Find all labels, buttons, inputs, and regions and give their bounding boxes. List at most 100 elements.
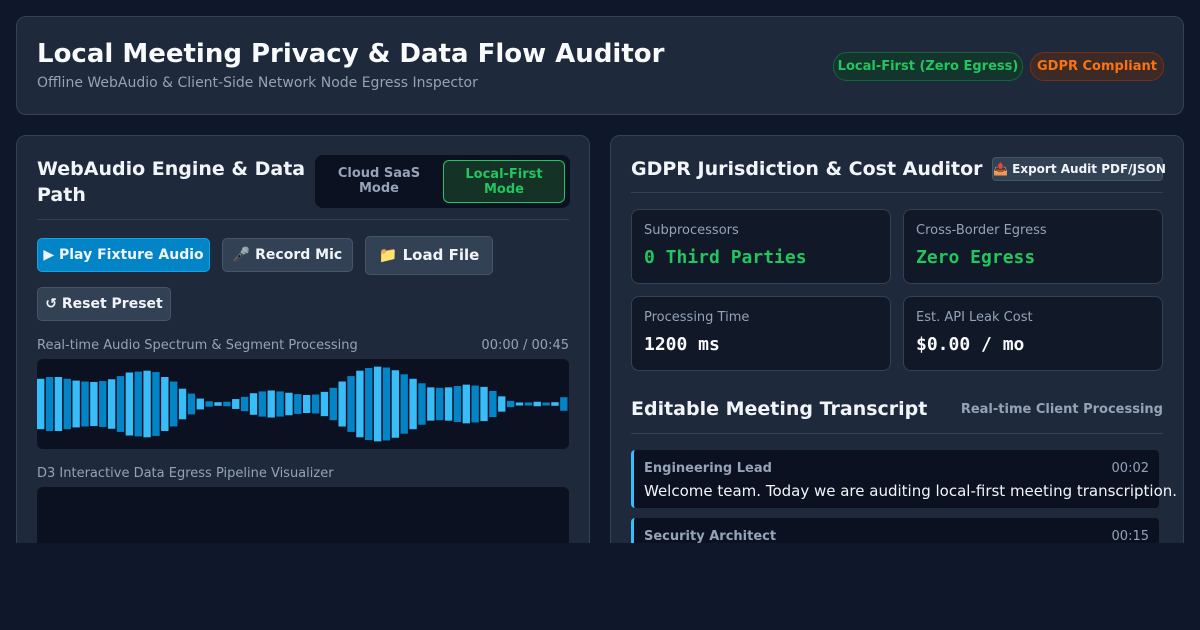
spectrum-bar xyxy=(462,384,470,424)
folder-icon: 📁 xyxy=(378,246,398,264)
spectrum-bar xyxy=(37,378,45,430)
panel-divider xyxy=(631,433,1163,434)
spectrum-bar xyxy=(515,402,524,406)
spectrum-bar xyxy=(90,381,98,427)
spectrum-bar xyxy=(303,395,311,413)
load-file-button[interactable]: 📁 Load File xyxy=(365,236,493,275)
audio-spectrum xyxy=(37,359,569,449)
export-audit-button[interactable]: 📤 Export Audit PDF/JSON xyxy=(992,157,1166,181)
spectrum-bar xyxy=(134,371,142,437)
reset-preset-button[interactable]: ↺ Reset Preset xyxy=(37,287,171,321)
record-mic-button[interactable]: 🎤 Record Mic xyxy=(222,238,353,272)
spectrum-bar xyxy=(382,367,391,441)
cloud-saas-mode-button[interactable]: Cloud SaaS Mode xyxy=(319,160,439,203)
transcript-speaker: Security Architect xyxy=(644,529,777,544)
spectrum-bar xyxy=(480,386,488,422)
spectrum-bar xyxy=(400,374,408,434)
export-icon: 📤 xyxy=(993,162,1008,176)
spectrum-bar xyxy=(338,381,346,427)
panel-divider xyxy=(37,219,569,220)
spectrum-bar xyxy=(524,402,533,406)
spectrum-bar xyxy=(54,377,63,431)
spectrum-bar xyxy=(63,378,71,430)
local-first-mode-button[interactable]: Local-First Mode xyxy=(443,160,565,203)
spectrum-bar xyxy=(489,390,497,418)
stat-value: Zero Egress xyxy=(916,247,1036,268)
mode-toggle: Cloud SaaS Mode Local-First Mode xyxy=(315,155,570,208)
spectrum-bar xyxy=(223,401,231,407)
stat-label: Processing Time xyxy=(644,310,750,325)
spectrum-bar xyxy=(116,376,125,432)
spectrum-bar xyxy=(506,400,515,408)
spectrum-bar xyxy=(427,387,435,421)
transcript-timestamp: 00:02 xyxy=(1111,461,1149,476)
spectrum-bar xyxy=(45,377,54,431)
page-subtitle: Offline WebAudio & Client-Side Network N… xyxy=(37,75,478,91)
audio-spectrum-bars xyxy=(37,366,568,442)
spectrum-bar xyxy=(409,378,417,430)
page-title: Local Meeting Privacy & Data Flow Audito… xyxy=(37,39,665,69)
spectrum-bar xyxy=(81,381,89,427)
stat-card-processing-time: Processing Time 1200 ms xyxy=(631,296,891,371)
spectrum-bar xyxy=(285,392,293,416)
gdpr-compliant-badge: GDPR Compliant xyxy=(1030,52,1164,81)
spectrum-bar xyxy=(258,391,267,417)
spectrum-bar xyxy=(107,379,116,429)
spectrum-bar xyxy=(551,402,559,406)
transcript-entry[interactable]: Engineering Lead 00:02 Welcome team. Tod… xyxy=(631,450,1177,508)
spectrum-bar xyxy=(99,381,107,427)
page-background xyxy=(0,543,1200,630)
spectrum-bar xyxy=(214,402,222,406)
stat-value: $0.00 / mo xyxy=(916,334,1025,355)
spectrum-bar xyxy=(267,390,275,418)
spectrum-bar xyxy=(249,393,258,415)
transcript-speaker: Engineering Lead xyxy=(644,461,772,476)
spectrum-bar xyxy=(391,370,400,438)
spectrum-bar xyxy=(205,401,213,407)
spectrum-bar xyxy=(232,399,240,409)
local-first-badge: Local-First (Zero Egress) xyxy=(833,52,1023,81)
spectrum-bar xyxy=(143,370,151,438)
spectrum-bar xyxy=(276,391,284,417)
spectrum-bar xyxy=(240,396,249,412)
spectrum-bar xyxy=(356,370,364,438)
spectrum-bar xyxy=(444,387,453,421)
gdpr-auditor-panel: GDPR Jurisdiction & Cost Auditor 📤 Expor… xyxy=(610,135,1184,555)
gdpr-panel-title: GDPR Jurisdiction & Cost Auditor xyxy=(631,158,983,180)
spectrum-bar xyxy=(320,391,329,417)
play-button-label: Play Fixture Audio xyxy=(59,247,204,263)
reset-icon: ↺ xyxy=(45,296,57,312)
spectrum-bar xyxy=(72,380,80,428)
spectrum-bar xyxy=(311,394,320,414)
spectrum-bar xyxy=(152,372,160,436)
egress-visualizer-label: D3 Interactive Data Egress Pipeline Visu… xyxy=(37,466,334,481)
panel-divider xyxy=(631,192,1163,193)
stat-label: Cross-Border Egress xyxy=(916,223,1047,238)
spectrum-label: Real-time Audio Spectrum & Segment Proce… xyxy=(37,338,358,353)
transcript-timestamp: 00:15 xyxy=(1111,529,1149,544)
stat-label: Subprocessors xyxy=(644,223,739,238)
stat-card-subprocessors: Subprocessors 0 Third Parties xyxy=(631,209,891,284)
stat-value: 1200 ms xyxy=(644,334,720,355)
stat-card-api-leak-cost: Est. API Leak Cost $0.00 / mo xyxy=(903,296,1163,371)
spectrum-bar xyxy=(498,396,506,412)
app-header: Local Meeting Privacy & Data Flow Audito… xyxy=(16,16,1184,115)
spectrum-bar xyxy=(187,393,196,415)
play-icon: ▶ xyxy=(43,247,55,263)
reset-button-label: Reset Preset xyxy=(61,296,163,312)
spectrum-bar xyxy=(560,397,568,411)
stat-value: 0 Third Parties xyxy=(644,247,807,268)
spectrum-bar xyxy=(347,376,355,432)
webaudio-panel: WebAudio Engine & Data Path Cloud SaaS M… xyxy=(16,135,590,555)
spectrum-bar xyxy=(170,381,178,427)
spectrum-bar xyxy=(533,401,541,407)
spectrum-bar xyxy=(365,368,373,440)
transcript-text[interactable]: Welcome team. Today we are auditing loca… xyxy=(644,482,1177,500)
spectrum-bar xyxy=(161,377,169,431)
spectrum-bar xyxy=(294,394,302,414)
spectrum-bar xyxy=(542,402,550,406)
play-fixture-audio-button[interactable]: ▶ Play Fixture Audio xyxy=(37,238,210,272)
spectrum-bar xyxy=(125,372,134,436)
stat-label: Est. API Leak Cost xyxy=(916,310,1033,325)
spectrum-bar xyxy=(453,386,462,422)
